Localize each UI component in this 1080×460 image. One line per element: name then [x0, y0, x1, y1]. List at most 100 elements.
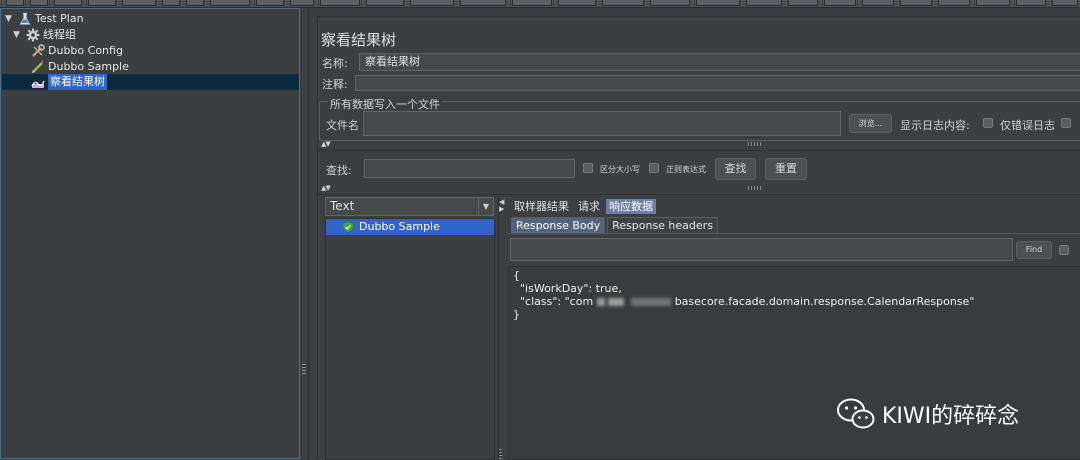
- toolbar-button[interactable]: [30, 0, 48, 6]
- separator: [508, 233, 1080, 234]
- toolbar-button[interactable]: [602, 0, 644, 6]
- toolbar-button[interactable]: [366, 0, 404, 6]
- toolbar-button[interactable]: [696, 0, 740, 6]
- page-title: 察看结果树: [321, 31, 397, 49]
- successes-only-checkbox[interactable]: [1061, 118, 1071, 128]
- splitter-grip[interactable]: [499, 449, 502, 459]
- toolbar-button[interactable]: [256, 0, 284, 6]
- search-label: 查找:: [326, 164, 352, 177]
- response-case-checkbox[interactable]: [1059, 245, 1069, 255]
- name-label: 名称:: [322, 57, 348, 70]
- toolbar-button[interactable]: [162, 0, 180, 6]
- splitter-grip[interactable]: [302, 364, 306, 376]
- response-line: {: [513, 269, 520, 282]
- result-tabs: 取样器结果 请求 响应数据: [511, 199, 656, 214]
- toolbar-button[interactable]: [788, 0, 818, 6]
- redacted-block: [593, 295, 675, 308]
- tree-item-label: Test Plan: [35, 12, 84, 25]
- view-results-tree-panel: 察看结果树 名称: 察看结果树 注释: 所有数据写入一个文件 文件名 浏览...…: [308, 8, 1080, 460]
- renderer-select[interactable]: Text ▼: [325, 197, 494, 216]
- gear-icon: [26, 28, 40, 42]
- collapse-divider[interactable]: ▲▼: [318, 184, 1080, 194]
- toolbar-button[interactable]: [746, 0, 782, 6]
- chart-icon: [31, 80, 45, 88]
- tab-response-data[interactable]: 响应数据: [606, 199, 656, 214]
- sample-label: Dubbo Sample: [359, 220, 440, 233]
- response-find-input[interactable]: [510, 238, 1013, 261]
- renderer-value: Text: [330, 199, 355, 213]
- toolbar-button[interactable]: [824, 0, 856, 6]
- response-find-button[interactable]: Find: [1016, 241, 1052, 259]
- sample-result-list[interactable]: [325, 218, 495, 460]
- log-content-label: 显示日志内容:: [900, 119, 970, 132]
- toolbar-button[interactable]: [460, 0, 506, 6]
- collapse-arrows-icon[interactable]: ▲▼: [321, 140, 331, 148]
- shield-check-icon: [342, 221, 354, 233]
- tree-item-dubbo-sample[interactable]: Dubbo Sample: [31, 59, 129, 75]
- toolbar-button[interactable]: [558, 0, 596, 6]
- response-line: "isWorkDay": true,: [513, 282, 622, 295]
- toolbar-button[interactable]: [976, 0, 1010, 6]
- response-line: basecore.facade.domain.response.Calendar…: [674, 295, 975, 308]
- toolbar-strip: [0, 0, 1080, 8]
- collapse-arrows-icon[interactable]: ▲▼: [321, 184, 331, 192]
- filename-input[interactable]: [363, 111, 841, 136]
- response-line: }: [513, 308, 520, 321]
- divider-grip[interactable]: [748, 142, 762, 146]
- toolbar-button[interactable]: [512, 0, 552, 6]
- toolbar-button[interactable]: [650, 0, 690, 6]
- subtab-response-body[interactable]: Response Body: [511, 217, 606, 234]
- toolbar-button[interactable]: [88, 0, 116, 6]
- separator: [318, 150, 1080, 151]
- comment-field[interactable]: [355, 75, 1080, 91]
- wechat-icon: [837, 398, 875, 429]
- regex-label: 正则表达式: [666, 165, 706, 174]
- response-line: "class": "com: [513, 295, 594, 308]
- name-field[interactable]: 察看结果树: [359, 53, 1080, 71]
- toolbar-button[interactable]: [320, 0, 360, 6]
- toolbar-button[interactable]: [1016, 0, 1046, 6]
- expand-arrow-icon[interactable]: ▼: [13, 27, 23, 43]
- list-item[interactable]: Dubbo Sample: [326, 219, 494, 235]
- toolbar-button[interactable]: [1052, 0, 1078, 6]
- comment-label: 注释:: [322, 78, 348, 91]
- expand-arrow-icon[interactable]: ▼: [5, 11, 15, 27]
- toolbar-button[interactable]: [410, 0, 454, 6]
- divider-grip[interactable]: [748, 186, 762, 190]
- tab-sampler-result[interactable]: 取样器结果: [511, 199, 572, 214]
- tree-item-label: 察看结果树: [48, 74, 107, 90]
- splitter-arrows-icon[interactable]: ◀ ▶: [499, 199, 504, 213]
- pen-icon: [32, 60, 44, 73]
- browse-button[interactable]: 浏览...: [849, 114, 892, 133]
- filename-label: 文件名: [326, 119, 359, 132]
- find-button[interactable]: 查找: [715, 158, 756, 180]
- toolbar-button[interactable]: [54, 0, 82, 6]
- tree-item-label: Dubbo Sample: [48, 60, 129, 73]
- vertical-splitter[interactable]: [300, 8, 308, 459]
- tree-item-test-plan[interactable]: ▼ Test Plan: [5, 11, 84, 27]
- subtab-response-headers[interactable]: Response headers: [607, 217, 718, 234]
- toolbar-button[interactable]: [210, 0, 250, 6]
- case-sensitive-checkbox[interactable]: [583, 163, 593, 173]
- tree-item-thread-group[interactable]: ▼ 线程组: [13, 27, 76, 43]
- chevron-down-icon[interactable]: ▼: [478, 198, 493, 215]
- toolbar-button[interactable]: [862, 0, 894, 6]
- errors-only-checkbox[interactable]: [983, 118, 993, 128]
- toolbar-button[interactable]: [122, 0, 156, 6]
- collapse-divider[interactable]: ▲▼: [318, 140, 1080, 150]
- toolbar-button[interactable]: [290, 0, 314, 6]
- results-splitter[interactable]: ◀ ▶: [498, 197, 504, 460]
- separator: [318, 194, 1080, 195]
- toolbar-button[interactable]: [900, 0, 932, 6]
- reset-button[interactable]: 重置: [765, 158, 807, 180]
- test-plan-tree[interactable]: ▼ Test Plan ▼ 线程组 Dubbo Config Dubbo Sam…: [0, 8, 300, 459]
- toolbar-button[interactable]: [6, 0, 24, 6]
- tree-item-dubbo-config[interactable]: Dubbo Config: [31, 43, 123, 59]
- regex-checkbox[interactable]: [649, 163, 659, 173]
- tab-request[interactable]: 请求: [575, 199, 603, 214]
- response-subtabs: Response Body Response headers: [511, 217, 718, 234]
- toolbar-button[interactable]: [186, 0, 204, 6]
- search-input[interactable]: [364, 159, 575, 178]
- toolbar-button[interactable]: [938, 0, 970, 6]
- tree-item-view-results-tree[interactable]: 察看结果树: [31, 74, 107, 90]
